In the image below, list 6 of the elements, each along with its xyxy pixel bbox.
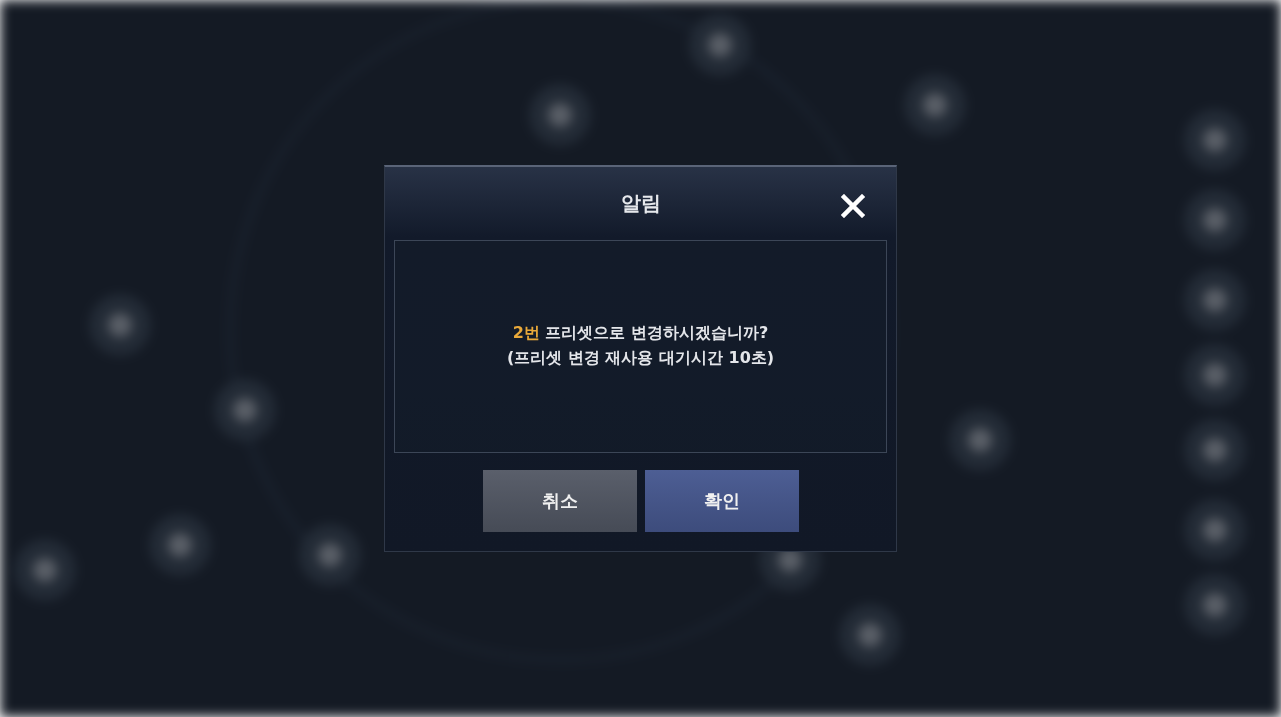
dialog-title: 알림 [620, 189, 661, 217]
confirm-message: 2번 프리셋으로 변경하시겠습니까? [512, 323, 769, 345]
cancel-button[interactable]: 취소 [482, 470, 637, 532]
confirm-button[interactable]: 확인 [644, 470, 799, 532]
cooldown-note: (프리셋 변경 재사용 대기시간 10초) [506, 348, 775, 370]
close-icon[interactable] [841, 194, 865, 218]
